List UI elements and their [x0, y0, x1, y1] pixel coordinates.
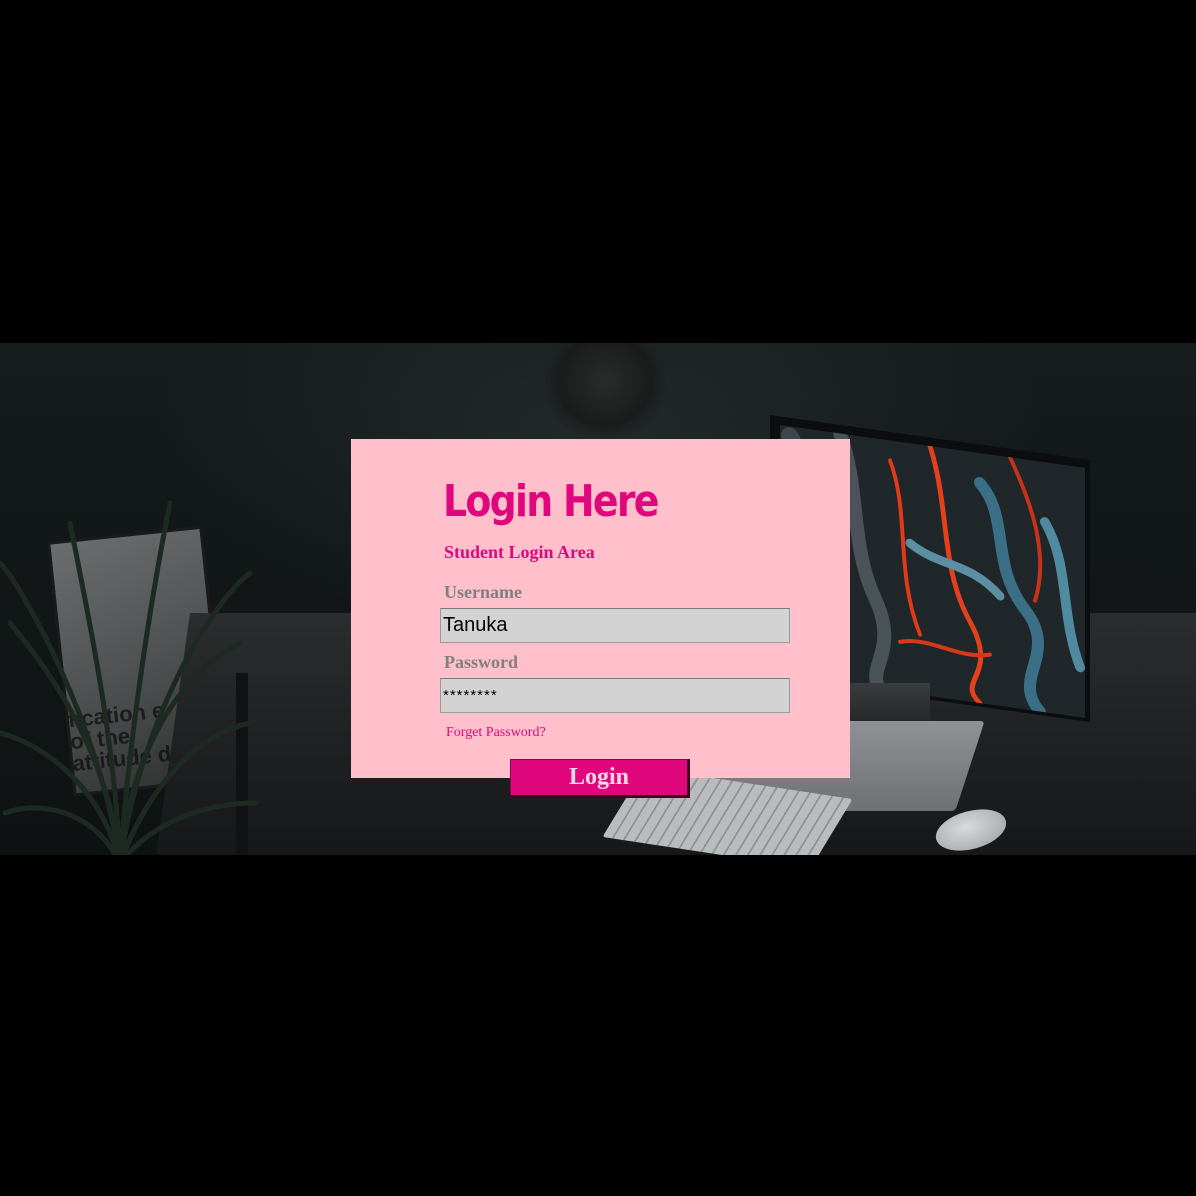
username-input[interactable]	[440, 608, 790, 643]
plant	[0, 500, 258, 855]
login-subtitle: Student Login Area	[444, 542, 595, 562]
background-person	[545, 343, 665, 438]
login-title: Login Here	[443, 476, 659, 527]
login-button[interactable]: Login	[510, 759, 690, 798]
letterbox-top	[0, 0, 1196, 343]
password-input[interactable]	[440, 678, 790, 713]
password-label: Password	[444, 652, 519, 672]
forget-password-link[interactable]: Forget Password?	[446, 725, 546, 741]
letterbox-bottom	[0, 855, 1196, 1196]
username-label: Username	[444, 582, 522, 602]
